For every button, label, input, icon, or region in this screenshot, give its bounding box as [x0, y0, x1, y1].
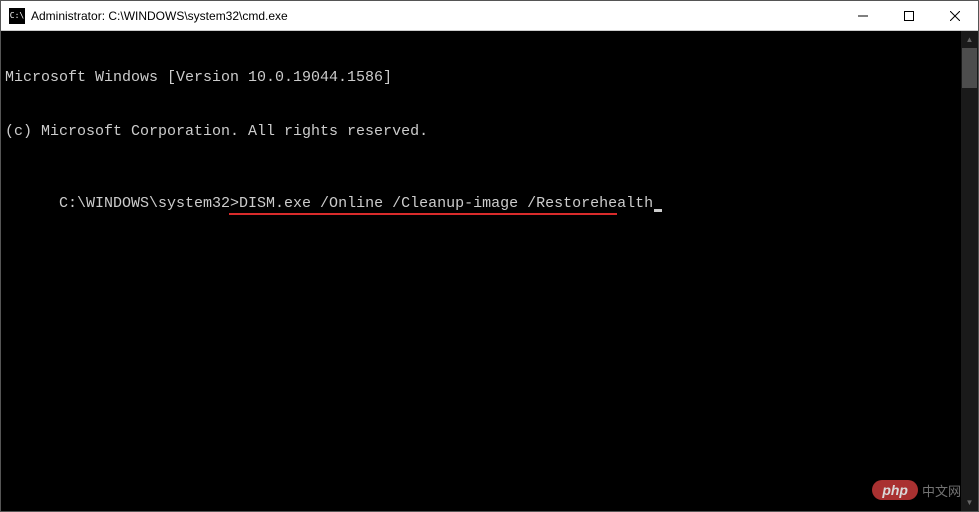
- watermark-badge: php: [872, 480, 918, 500]
- scrollbar-thumb[interactable]: [962, 48, 977, 88]
- terminal-output[interactable]: Microsoft Windows [Version 10.0.19044.15…: [1, 31, 961, 511]
- prompt-text: C:\WINDOWS\system32>: [59, 195, 239, 212]
- output-line: (c) Microsoft Corporation. All rights re…: [5, 123, 957, 141]
- minimize-button[interactable]: [840, 1, 886, 30]
- maximize-icon: [904, 11, 914, 21]
- command-text: DISM.exe /Online /Cleanup-image /Restore…: [239, 195, 653, 212]
- maximize-button[interactable]: [886, 1, 932, 30]
- window-controls: [840, 1, 978, 30]
- terminal-area: Microsoft Windows [Version 10.0.19044.15…: [1, 31, 978, 511]
- cmd-window: C:\ Administrator: C:\WINDOWS\system32\c…: [0, 0, 979, 512]
- cmd-icon: C:\: [9, 8, 25, 24]
- scroll-up-arrow[interactable]: ▲: [961, 31, 978, 48]
- watermark: php 中文网: [872, 480, 961, 500]
- command-underline: [229, 213, 617, 215]
- watermark-text: 中文网: [922, 481, 961, 500]
- output-line: Microsoft Windows [Version 10.0.19044.15…: [5, 69, 957, 87]
- titlebar[interactable]: C:\ Administrator: C:\WINDOWS\system32\c…: [1, 1, 978, 31]
- text-cursor: [654, 209, 662, 212]
- scroll-down-arrow[interactable]: ▼: [961, 494, 978, 511]
- vertical-scrollbar[interactable]: ▲ ▼: [961, 31, 978, 511]
- minimize-icon: [858, 11, 868, 21]
- close-button[interactable]: [932, 1, 978, 30]
- close-icon: [950, 11, 960, 21]
- cmd-icon-text: C:\: [10, 11, 24, 20]
- window-title: Administrator: C:\WINDOWS\system32\cmd.e…: [31, 9, 840, 23]
- prompt-line: C:\WINDOWS\system32>DISM.exe /Online /Cl…: [59, 195, 662, 213]
